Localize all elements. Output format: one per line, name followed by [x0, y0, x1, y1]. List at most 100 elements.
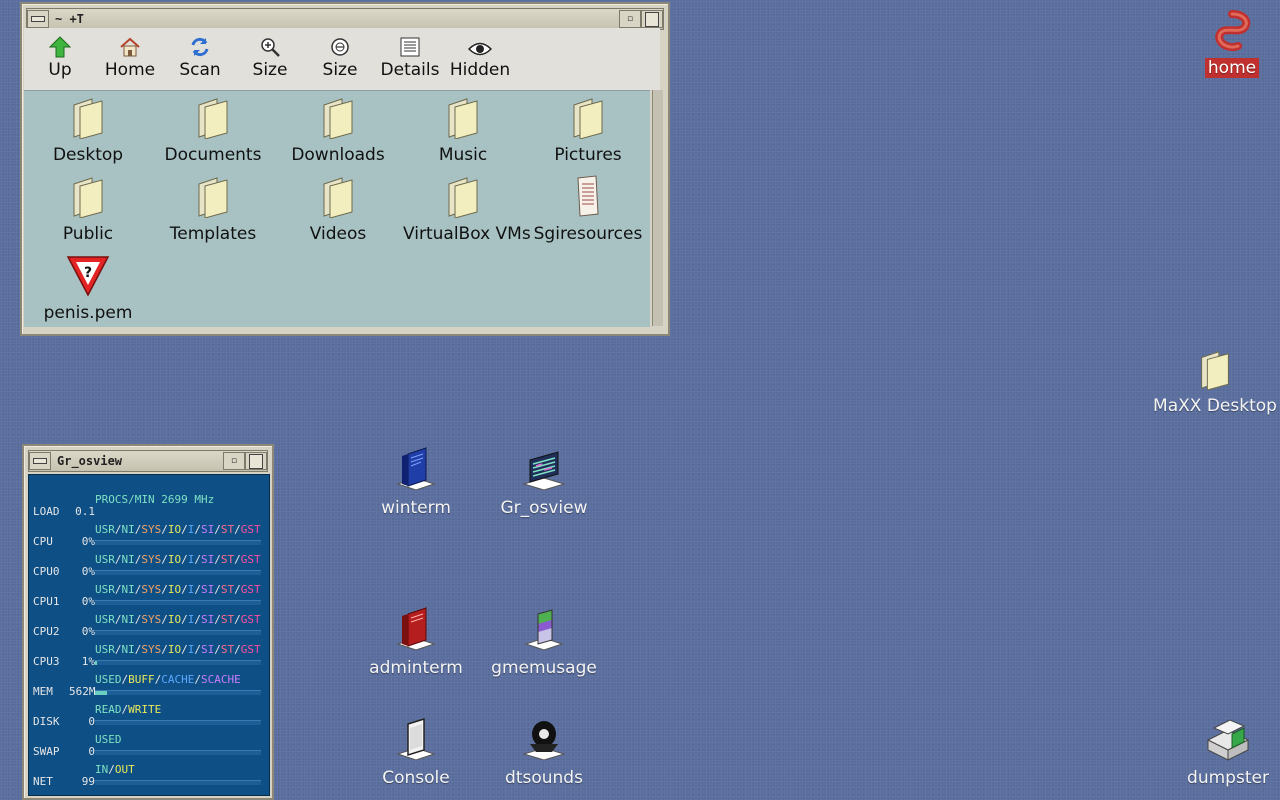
metric-legend: USR/NI/SYS/IO/I/SI/ST/GST [95, 613, 261, 626]
metric-value: 0% [81, 625, 95, 638]
toolbar-size-increase-button[interactable]: Size [235, 32, 305, 80]
osview-minimize-button[interactable]: ▫ [223, 452, 245, 470]
file-sgiresources-label: Sgiresources [533, 224, 643, 244]
metric-value: 1% [81, 655, 95, 668]
toolbar-size-decrease-button[interactable]: Size [305, 32, 375, 80]
toolbar-up-button[interactable]: Up [25, 32, 95, 80]
svg-text:?: ? [84, 265, 92, 281]
metric-bar-fill [95, 661, 97, 665]
eye-icon [468, 42, 492, 56]
zoom-out-icon [331, 38, 349, 56]
metric-value: 0% [81, 595, 95, 608]
desktop-icon-adminterm-label: adminterm [369, 658, 463, 678]
folder-virtualbox-vms[interactable]: VirtualBox VMs [403, 170, 531, 244]
toolbar-hidden-button[interactable]: Hidden [445, 32, 515, 80]
toolbar-details-button[interactable]: Details [375, 32, 445, 80]
desktop-icon-adminterm[interactable]: adminterm [351, 598, 481, 678]
file-sgiresources[interactable]: Sgiresources [528, 170, 648, 244]
desktop-icon-home[interactable]: home [1184, 6, 1280, 78]
menu-icon [31, 16, 45, 22]
folder-videos[interactable]: Videos [278, 170, 398, 244]
desktop-icon-dtsounds[interactable]: dtsounds [479, 714, 609, 788]
toolbar-scan-button[interactable]: Scan [165, 32, 235, 80]
metric-value: 562M [69, 685, 96, 698]
folder-virtualbox-vms-label: VirtualBox VMs [403, 224, 531, 244]
metric-cpu1: CPU1 0% USR/NI/SYS/IO/I/SI/ST/GST [29, 583, 269, 613]
desktop-icon-dumpster-label: dumpster [1187, 768, 1269, 788]
osview-menu-button[interactable] [29, 452, 51, 470]
metric-value: 0.1 [75, 505, 95, 518]
metric-value: 99 [81, 775, 95, 788]
desktop-icon-gmemusage[interactable]: gmemusage [479, 598, 609, 678]
metric-cpu: CPU 0% USR/NI/SYS/IO/I/SI/ST/GST [29, 523, 269, 553]
speaker-icon [522, 721, 566, 761]
toolbar-size-label-2: Size [322, 60, 358, 80]
up-arrow-icon [49, 36, 71, 58]
toolbar-up-label: Up [48, 60, 72, 80]
file-penis-pem[interactable]: ? penis.pem [28, 249, 148, 323]
metric-legend: READ/WRITE [95, 703, 162, 716]
metric-bar [95, 630, 261, 635]
metric-bar [95, 540, 261, 545]
metric-bar [95, 570, 261, 575]
osview-titlebar[interactable]: Gr_osview ▫ [28, 450, 268, 472]
desktop-icon-gr-osview[interactable]: Gr_osview [479, 438, 609, 518]
maximize-button[interactable] [641, 10, 663, 28]
folder-pictures-label: Pictures [554, 145, 622, 165]
metric-name: SWAP [33, 745, 60, 758]
folder-music[interactable]: Music [403, 91, 523, 165]
metric-bar-fill [95, 691, 107, 695]
toolbar-home-label: Home [104, 60, 156, 80]
metric-name: NET [33, 775, 53, 788]
desktop-icon-console[interactable]: Console [351, 714, 481, 788]
toolbar-home-button[interactable]: Home [95, 32, 165, 80]
folder-icon [448, 98, 478, 139]
metric-legend: USR/NI/SYS/IO/I/SI/ST/GST [95, 643, 261, 656]
folder-icon [73, 177, 103, 218]
minimize-button[interactable]: ▫ [619, 10, 641, 28]
desktop-icon-maxx-desktop[interactable]: MaXX Desktop [1150, 348, 1280, 416]
metric-value: 0% [81, 565, 95, 578]
toolbar-hidden-label: Hidden [449, 60, 511, 80]
metric-mem: MEM 562M USED/BUFF/CACHE/SCACHE [29, 673, 269, 703]
folder-public[interactable]: Public [28, 170, 148, 244]
file-manager-titlebar[interactable]: ~ +T ▫ [26, 8, 664, 30]
folder-downloads-label: Downloads [291, 145, 385, 165]
folder-documents[interactable]: Documents [153, 91, 273, 165]
refresh-icon [191, 37, 209, 57]
desktop-icon-home-label: home [1204, 58, 1260, 78]
desktop-icon-gr-osview-label: Gr_osview [500, 498, 588, 518]
metric-cpu3: CPU3 1% USR/NI/SYS/IO/I/SI/ST/GST [29, 643, 269, 673]
folder-videos-label: Videos [309, 224, 367, 244]
toolbar-details-label: Details [380, 60, 440, 80]
file-listing-scrollbar[interactable] [652, 90, 663, 326]
folder-desktop[interactable]: Desktop [28, 91, 148, 165]
metric-cpu2: CPU2 0% USR/NI/SYS/IO/I/SI/ST/GST [29, 613, 269, 643]
osview-maximize-button[interactable] [245, 452, 267, 470]
monitor-graph-icon [522, 451, 566, 491]
desktop-icon-dumpster[interactable]: dumpster [1176, 714, 1280, 788]
window-menu-button[interactable] [27, 10, 49, 28]
folder-icon [323, 177, 353, 218]
home-swirl-icon [1215, 10, 1251, 51]
folder-public-label: Public [62, 224, 114, 244]
folder-icon [198, 98, 228, 139]
metric-legend: USR/NI/SYS/IO/I/SI/ST/GST [95, 553, 261, 566]
console-icon [396, 717, 436, 761]
metric-name: MEM [33, 685, 53, 698]
metric-legend: USR/NI/SYS/IO/I/SI/ST/GST [95, 583, 261, 596]
folder-icon [198, 177, 228, 218]
file-listing: Desktop Documents Downloads Music Pictur… [24, 90, 650, 327]
desktop-icon-winterm[interactable]: winterm [351, 438, 481, 518]
file-manager-toolbar: Up Home Scan Size Size Details Hidden [24, 28, 660, 90]
metric-legend: IN/OUT [95, 763, 135, 776]
metric-legend: USR/NI/SYS/IO/I/SI/ST/GST [95, 523, 261, 536]
metric-name: CPU1 [33, 595, 60, 608]
home-icon [120, 37, 140, 57]
folder-pictures[interactable]: Pictures [528, 91, 648, 165]
folder-templates[interactable]: Templates [153, 170, 273, 244]
metric-name: LOAD [33, 505, 60, 518]
folder-downloads[interactable]: Downloads [278, 91, 398, 165]
folder-music-label: Music [438, 145, 488, 165]
trash-icon [1206, 719, 1250, 761]
